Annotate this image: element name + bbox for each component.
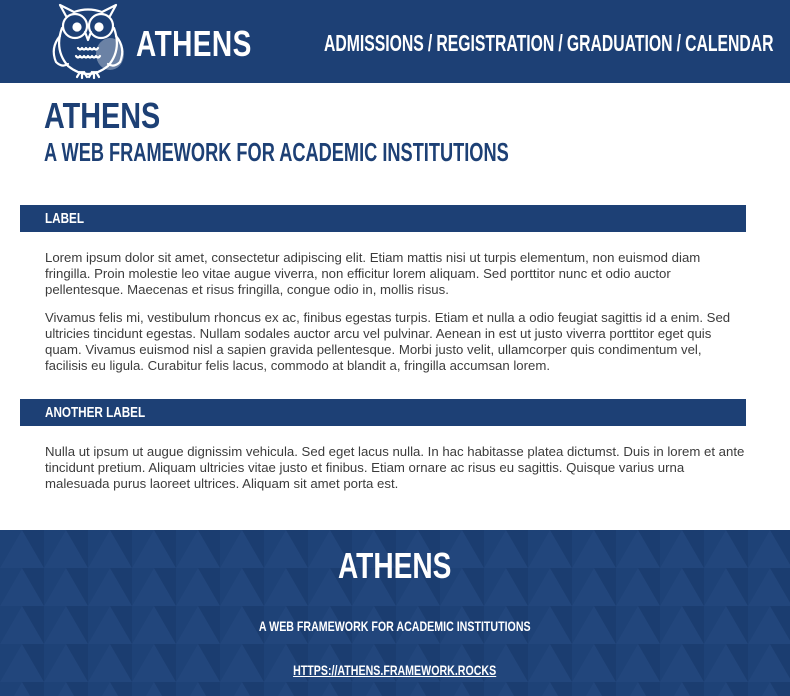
footer-subtitle: A WEB FRAMEWORK FOR ACADEMIC INSTITUTION… [259,618,531,634]
section-label-bar: LABEL [20,205,746,232]
owl-logo-icon[interactable] [46,2,130,80]
paragraph: Vivamus felis mi, vestibulum rhoncus ex … [45,310,731,373]
footer-website-link[interactable]: HTTPS://ATHENS.FRAMEWORK.ROCKS [293,661,496,679]
section-label-bar: ANOTHER LABEL [20,399,746,426]
nav-separator: / [558,30,563,56]
page-subtitle: A WEB FRAMEWORK FOR ACADEMIC INSTITUTION… [44,137,509,167]
paragraph: Lorem ipsum dolor sit amet, consectetur … [45,250,701,297]
page-title: ATHENS [44,95,161,136]
paragraph: Nulla ut ipsum ut augue dignissim vehicu… [45,444,745,491]
footer-subtitle-wrap: A WEB FRAMEWORK FOR ACADEMIC INSTITUTION… [0,616,790,635]
nav-separator: / [676,30,681,56]
main-nav: ADMISSIONS / REGISTRATION / GRADUATION / CALEN… [324,28,773,58]
site-footer: ATHENS A WEB FRAMEWORK FOR ACADEMIC INST… [0,530,790,696]
footer-link-wrap: HTTPS://ATHENS.FRAMEWORK.ROCKS [0,660,790,679]
nav-separator: / [427,30,433,56]
nav-item-calendar[interactable]: CALENDAR [685,30,773,56]
footer-title: ATHENS [338,545,452,586]
brand-title[interactable]: ATHENS [136,22,252,66]
section-label: ANOTHER LABEL [45,404,146,421]
footer-title-wrap: ATHENS [0,544,790,588]
site-header: ATHENS ADMISSIONS / REGISTRATION / GRADUATIO… [0,0,790,83]
nav-item-graduation[interactable]: GRADUATION [567,30,673,56]
nav-item-registration[interactable]: REGISTRATION [436,30,554,56]
nav-item-admissions[interactable]: ADMISSIONS [324,30,424,56]
section-label: LABEL [45,210,84,227]
